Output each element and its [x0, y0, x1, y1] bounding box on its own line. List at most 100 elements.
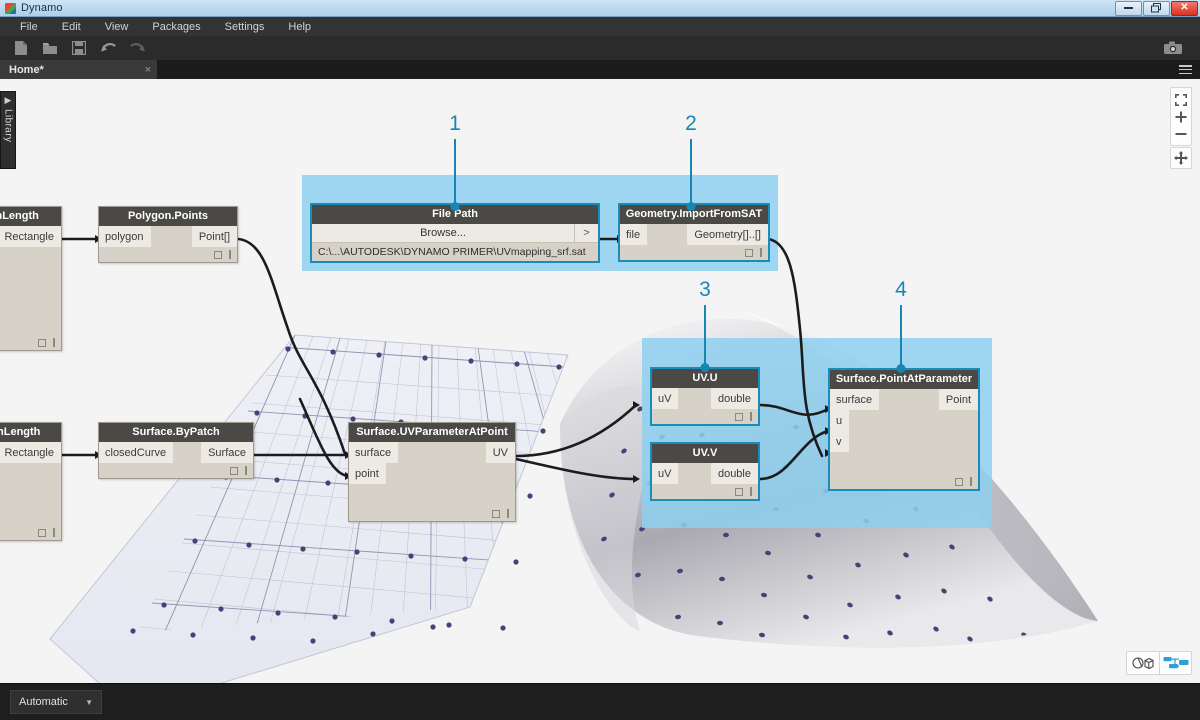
node-footer [830, 474, 978, 489]
dynamo-window: Dynamo ✕ File Edit View Packages Setting… [0, 0, 1200, 720]
callout-1: 1 [440, 113, 470, 211]
input-port-uv[interactable]: uV [652, 463, 679, 484]
lacing-icon[interactable] [245, 466, 247, 475]
preview-toggle-icon[interactable] [38, 528, 46, 537]
geometry-view-toggle[interactable] [1127, 652, 1159, 674]
polygon-points-node[interactable]: Polygon.Points polygon Point[] [98, 206, 238, 263]
input-port-point[interactable]: point [349, 463, 386, 484]
open-file-button[interactable] [37, 37, 63, 59]
restore-button[interactable] [1143, 0, 1170, 16]
input-port-polygon[interactable]: polygon [99, 226, 151, 247]
output-port-point-array[interactable]: Point[] [191, 226, 237, 247]
preview-toggle-icon[interactable] [230, 466, 238, 475]
file-path-node[interactable]: File Path Browse... > C:\...\AUTODESK\DY… [310, 203, 600, 263]
preview-toggle-icon[interactable] [955, 477, 963, 486]
input-port-v[interactable]: v [830, 431, 849, 452]
rectangle-bywidthlength-node-top[interactable]: dthLength Rectangle [0, 206, 62, 351]
zoom-in-button[interactable] [1171, 108, 1191, 125]
menu-item-view[interactable]: View [93, 19, 141, 35]
library-panel-tab[interactable]: ▶ Library [0, 91, 16, 169]
surface-bypatch-node[interactable]: Surface.ByPatch closedCurve Surface [98, 422, 254, 479]
node-body: uV double [652, 463, 758, 499]
uv-v-node[interactable]: UV.V uV double [650, 442, 760, 501]
menu-item-packages[interactable]: Packages [140, 19, 212, 35]
node-footer [652, 484, 758, 499]
callout-leader-line [704, 305, 706, 367]
close-button[interactable]: ✕ [1171, 0, 1198, 16]
graph-canvas[interactable]: dthLength Rectangle Polygon.Points polyg… [0, 79, 1200, 683]
preview-toggle-icon[interactable] [745, 248, 753, 257]
input-port-surface[interactable]: surface [830, 389, 880, 410]
geometry-preview [49, 301, 1098, 683]
input-port-surface[interactable]: surface [349, 442, 399, 463]
menu-item-help[interactable]: Help [276, 19, 323, 35]
node-footer [0, 335, 61, 350]
preview-toggle-icon[interactable] [735, 487, 743, 496]
callout-dot [896, 364, 906, 373]
node-body: closedCurve Surface [99, 442, 253, 478]
lacing-icon[interactable] [507, 509, 509, 518]
callout-number: 2 [685, 112, 697, 135]
node-title: Surface.ByPatch [99, 423, 253, 442]
browse-row[interactable]: Browse... > [312, 224, 598, 243]
node-body: Browse... > C:\...\AUTODESK\DYNAMO PRIME… [312, 224, 598, 261]
input-port-u[interactable]: u [830, 410, 850, 431]
lacing-icon[interactable] [750, 412, 752, 421]
workspace-tab-close-icon[interactable]: × [145, 64, 151, 76]
pan-button[interactable] [1170, 147, 1192, 169]
browse-button[interactable]: Browse... [312, 224, 574, 242]
output-port-point[interactable]: Point [938, 389, 978, 410]
preview-toggle-icon[interactable] [735, 412, 743, 421]
surface-pointatparameter-node[interactable]: Surface.PointAtParameter surface Point u… [828, 368, 980, 491]
output-port-double[interactable]: double [710, 388, 758, 409]
menu-item-settings[interactable]: Settings [213, 19, 277, 35]
callout-dot [450, 202, 460, 211]
lacing-icon[interactable] [53, 528, 55, 537]
redo-button[interactable] [124, 37, 150, 59]
output-port-surface[interactable]: Surface [201, 442, 253, 463]
view-toggle-group [1126, 651, 1192, 675]
zoom-to-fit-button[interactable] [1171, 91, 1191, 108]
minimize-button[interactable] [1115, 0, 1142, 16]
run-mode-dropdown[interactable]: Automatic ▼ [10, 690, 102, 714]
menu-item-edit[interactable]: Edit [50, 19, 93, 35]
callout-number: 3 [699, 278, 711, 301]
camera-button[interactable] [1160, 37, 1186, 59]
zoom-out-button[interactable] [1171, 125, 1191, 142]
open-file-icon [43, 43, 57, 54]
input-port-file[interactable]: file [620, 224, 648, 245]
lacing-icon[interactable] [970, 477, 972, 486]
callout-2: 2 [676, 113, 706, 211]
lacing-icon[interactable] [750, 487, 752, 496]
output-port-geometry[interactable]: Geometry[]..[] [687, 224, 768, 245]
redo-icon [129, 43, 145, 52]
preview-toggle-icon[interactable] [214, 250, 222, 259]
browse-arrow-icon[interactable]: > [574, 224, 598, 242]
output-port-rectangle[interactable]: Rectangle [0, 442, 61, 463]
input-port-uv[interactable]: uV [652, 388, 679, 409]
preview-toggle-icon[interactable] [38, 338, 46, 347]
new-file-button[interactable] [8, 37, 34, 59]
callout-number: 1 [449, 112, 461, 135]
geometry-view-icon [1132, 657, 1154, 670]
port-row: uV double [652, 388, 758, 409]
plus-icon [1175, 111, 1187, 122]
input-port-closedcurve[interactable]: closedCurve [99, 442, 174, 463]
lacing-icon[interactable] [53, 338, 55, 347]
lacing-icon[interactable] [229, 250, 231, 259]
hamburger-icon[interactable] [1179, 65, 1192, 74]
output-port-double[interactable]: double [710, 463, 758, 484]
menu-item-file[interactable]: File [8, 19, 50, 35]
graph-view-toggle[interactable] [1159, 652, 1191, 674]
workspace-tab-home[interactable]: Home* × [0, 60, 158, 79]
preview-toggle-icon[interactable] [492, 509, 500, 518]
camera-icon [1164, 41, 1182, 54]
geometry-importfromsat-node[interactable]: Geometry.ImportFromSAT file Geometry[]..… [618, 203, 770, 262]
output-port-rectangle[interactable]: Rectangle [0, 226, 61, 247]
output-port-uv[interactable]: UV [485, 442, 515, 463]
surface-uvparameteratpoint-node[interactable]: Surface.UVParameterAtPoint surface UV po… [348, 422, 516, 522]
save-file-button[interactable] [66, 37, 92, 59]
undo-button[interactable] [95, 37, 121, 59]
rectangle-bywidthlength-node-bottom[interactable]: idthLength Rectangle [0, 422, 62, 541]
lacing-icon[interactable] [760, 248, 762, 257]
